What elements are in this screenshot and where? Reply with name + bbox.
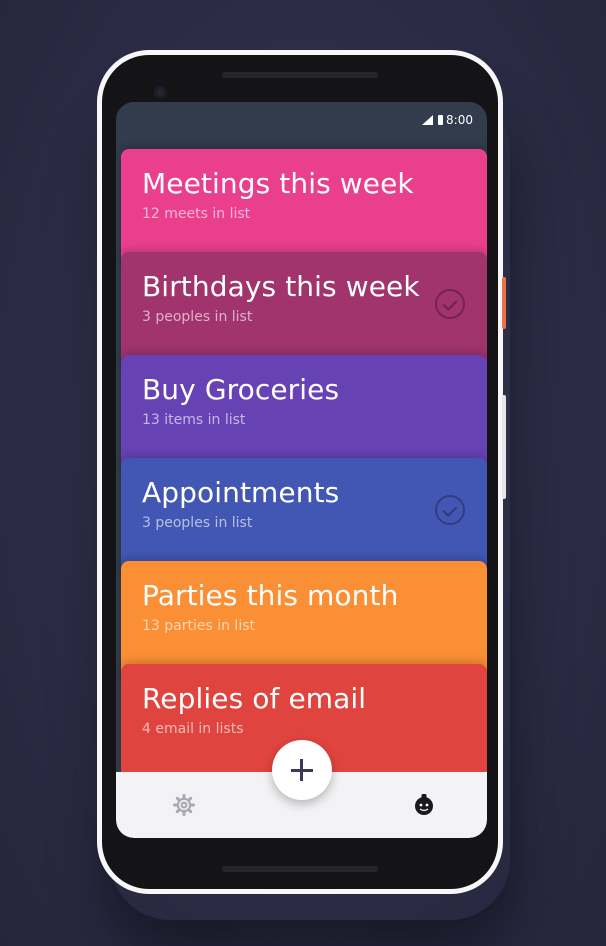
list-subtitle: 3 peoples in list <box>142 515 253 531</box>
list-title: Buy Groceries <box>142 373 340 406</box>
gear-icon[interactable] <box>172 793 196 817</box>
status-time: 8:00 <box>446 113 473 127</box>
status-indicators: 8:00 <box>422 113 473 127</box>
add-list-button[interactable] <box>271 740 332 800</box>
list-card-birthdays[interactable]: Birthdays this week 3 peoples in list <box>121 252 487 372</box>
list-title: Parties this month <box>142 579 399 612</box>
list-subtitle: 13 items in list <box>142 412 246 428</box>
camera-icon <box>154 86 167 99</box>
avatar[interactable] <box>412 792 436 816</box>
phone-bezel: 8:00 Meetings this week 12 meets in list… <box>102 55 506 889</box>
bottom-bar <box>116 740 487 838</box>
list-subtitle: 3 peoples in list <box>142 309 253 325</box>
check-circle-icon[interactable] <box>435 495 465 525</box>
phone-frame: 8:00 Meetings this week 12 meets in list… <box>97 50 506 894</box>
list-card-parties[interactable]: Parties this month 13 parties in list <box>121 561 487 681</box>
list-title: Meetings this week <box>142 167 414 200</box>
speaker-top <box>222 72 378 78</box>
check-circle-icon[interactable] <box>435 289 465 319</box>
screen: 8:00 Meetings this week 12 meets in list… <box>116 102 487 838</box>
list-card-groceries[interactable]: Buy Groceries 13 items in list <box>121 355 487 475</box>
speaker-bottom <box>222 866 378 872</box>
volume-button[interactable] <box>502 395 506 499</box>
list-subtitle: 4 email in lists <box>142 721 244 737</box>
list-card-meetings[interactable]: Meetings this week 12 meets in list <box>121 149 487 269</box>
list-subtitle: 13 parties in list <box>142 618 255 634</box>
list-card-appointments[interactable]: Appointments 3 peoples in list <box>121 458 487 578</box>
list-title: Replies of email <box>142 682 367 715</box>
battery-icon <box>438 115 444 125</box>
status-bar: 8:00 <box>116 102 487 149</box>
power-button[interactable] <box>502 277 506 329</box>
list-subtitle: 12 meets in list <box>142 206 251 222</box>
signal-icon <box>422 115 434 125</box>
